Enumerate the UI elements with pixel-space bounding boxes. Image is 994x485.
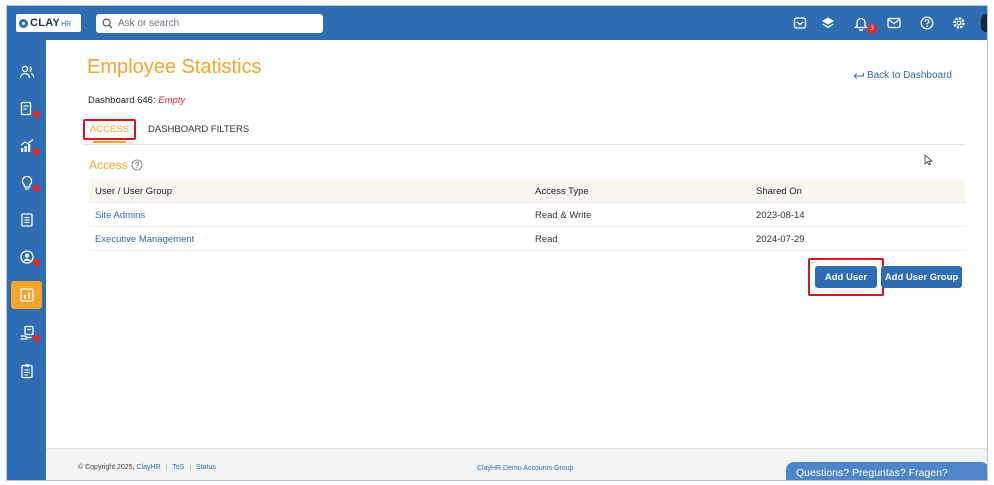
copyright-text: © Copyright 2025, bbox=[78, 464, 135, 471]
top-bar: CLAY HR 3 bbox=[7, 6, 987, 40]
sidebar-item-ideas[interactable] bbox=[11, 169, 42, 197]
sidebar-badge bbox=[33, 111, 40, 118]
footer-separator: | bbox=[189, 464, 192, 471]
tab-dashboard-filters[interactable]: DASHBOARD FILTERS bbox=[148, 119, 249, 140]
add-user-button[interactable]: Add User bbox=[815, 266, 877, 288]
column-header-access-type: Access Type bbox=[535, 185, 589, 197]
logo-text: CLAY bbox=[30, 17, 61, 29]
files-icon bbox=[20, 213, 33, 227]
dashboard-status: Empty bbox=[158, 95, 186, 106]
tos-link[interactable]: ToS bbox=[172, 464, 184, 471]
sidebar-item-benefits[interactable] bbox=[11, 319, 42, 347]
avatar[interactable] bbox=[981, 14, 987, 32]
search-input[interactable] bbox=[118, 18, 308, 29]
sidebar-item-profile[interactable] bbox=[11, 243, 42, 271]
sidebar-badge bbox=[33, 259, 40, 266]
sidebar-badge bbox=[33, 185, 40, 192]
search-icon bbox=[102, 18, 113, 29]
company-link[interactable]: ClayHR bbox=[136, 464, 160, 471]
access-heading: Access bbox=[89, 158, 128, 172]
dashboard-icon bbox=[19, 288, 34, 302]
access-section-title: Access bbox=[89, 158, 143, 172]
footer-separator: | bbox=[165, 464, 168, 471]
sidebar-item-dashboards[interactable] bbox=[11, 281, 42, 309]
main-content: Employee Statistics Back to Dashboard Da… bbox=[46, 40, 987, 448]
back-arrow-icon bbox=[853, 72, 864, 79]
sidebar bbox=[7, 40, 46, 480]
table-row: Site Admins Read & Write 2023-08-14 bbox=[89, 203, 966, 227]
sidebar-item-reports[interactable] bbox=[11, 132, 42, 160]
mail-icon[interactable] bbox=[886, 15, 902, 31]
dashboard-label: Dashboard 646: bbox=[88, 95, 156, 106]
notification-badge: 3 bbox=[867, 24, 877, 34]
column-header-shared-on: Shared On bbox=[756, 185, 802, 197]
user-group-link[interactable]: Site Admins bbox=[95, 203, 145, 227]
logo-suffix: HR bbox=[61, 21, 72, 28]
questions-help-tab[interactable]: Questions? Preguntas? Fragen? bbox=[786, 462, 987, 480]
tab-bar: ACCESS DASHBOARD FILTERS bbox=[83, 115, 965, 145]
table-header-row: User / User Group Access Type Shared On bbox=[89, 179, 966, 203]
sidebar-badge bbox=[33, 148, 40, 155]
sidebar-item-files[interactable] bbox=[11, 206, 42, 234]
back-link-label: Back to Dashboard bbox=[866, 70, 952, 81]
people-icon bbox=[19, 65, 34, 79]
add-user-group-button[interactable]: Add User Group bbox=[881, 266, 962, 288]
help-icon[interactable] bbox=[919, 15, 935, 31]
search-box[interactable] bbox=[96, 14, 323, 33]
sidebar-item-documents[interactable] bbox=[11, 95, 42, 123]
mouse-cursor-icon bbox=[924, 154, 933, 166]
sidebar-item-people[interactable] bbox=[11, 58, 42, 86]
footer: © Copyright 2025, ClayHR | ToS | Status … bbox=[46, 448, 987, 480]
active-tab-indicator bbox=[93, 141, 126, 143]
footer-links: © Copyright 2025, ClayHR | ToS | Status bbox=[78, 464, 216, 471]
access-table: User / User Group Access Type Shared On … bbox=[89, 179, 966, 251]
footer-account-group: ClayHR Demo Accounts Group bbox=[477, 465, 574, 472]
access-type-cell: Read & Write bbox=[535, 209, 592, 221]
shared-on-cell: 2023-08-14 bbox=[756, 209, 805, 221]
dashboard-info: Dashboard 646: Empty bbox=[88, 95, 185, 106]
sidebar-badge bbox=[33, 335, 40, 342]
clayhr-logo[interactable]: CLAY HR bbox=[16, 14, 81, 32]
settings-icon[interactable] bbox=[951, 15, 967, 31]
access-type-cell: Read bbox=[535, 233, 558, 245]
help-circle-icon[interactable] bbox=[131, 159, 143, 171]
inbox-icon[interactable] bbox=[792, 15, 808, 31]
layers-icon[interactable] bbox=[820, 15, 836, 31]
clipboard-icon bbox=[20, 364, 33, 379]
back-to-dashboard-link[interactable]: Back to Dashboard bbox=[853, 70, 952, 81]
status-link[interactable]: Status bbox=[196, 464, 216, 471]
logo-mark-icon bbox=[19, 18, 28, 28]
table-row: Executive Management Read 2024-07-29 bbox=[89, 227, 966, 251]
tab-access[interactable]: ACCESS bbox=[83, 119, 136, 140]
page-title: Employee Statistics bbox=[87, 56, 262, 78]
column-header-user: User / User Group bbox=[95, 185, 173, 197]
shared-on-cell: 2024-07-29 bbox=[756, 233, 805, 245]
add-user-highlight: Add User bbox=[808, 258, 884, 296]
sidebar-item-tasks[interactable] bbox=[11, 357, 42, 385]
app-window: CLAY HR 3 bbox=[6, 5, 988, 481]
user-group-link[interactable]: Executive Management bbox=[95, 227, 194, 251]
